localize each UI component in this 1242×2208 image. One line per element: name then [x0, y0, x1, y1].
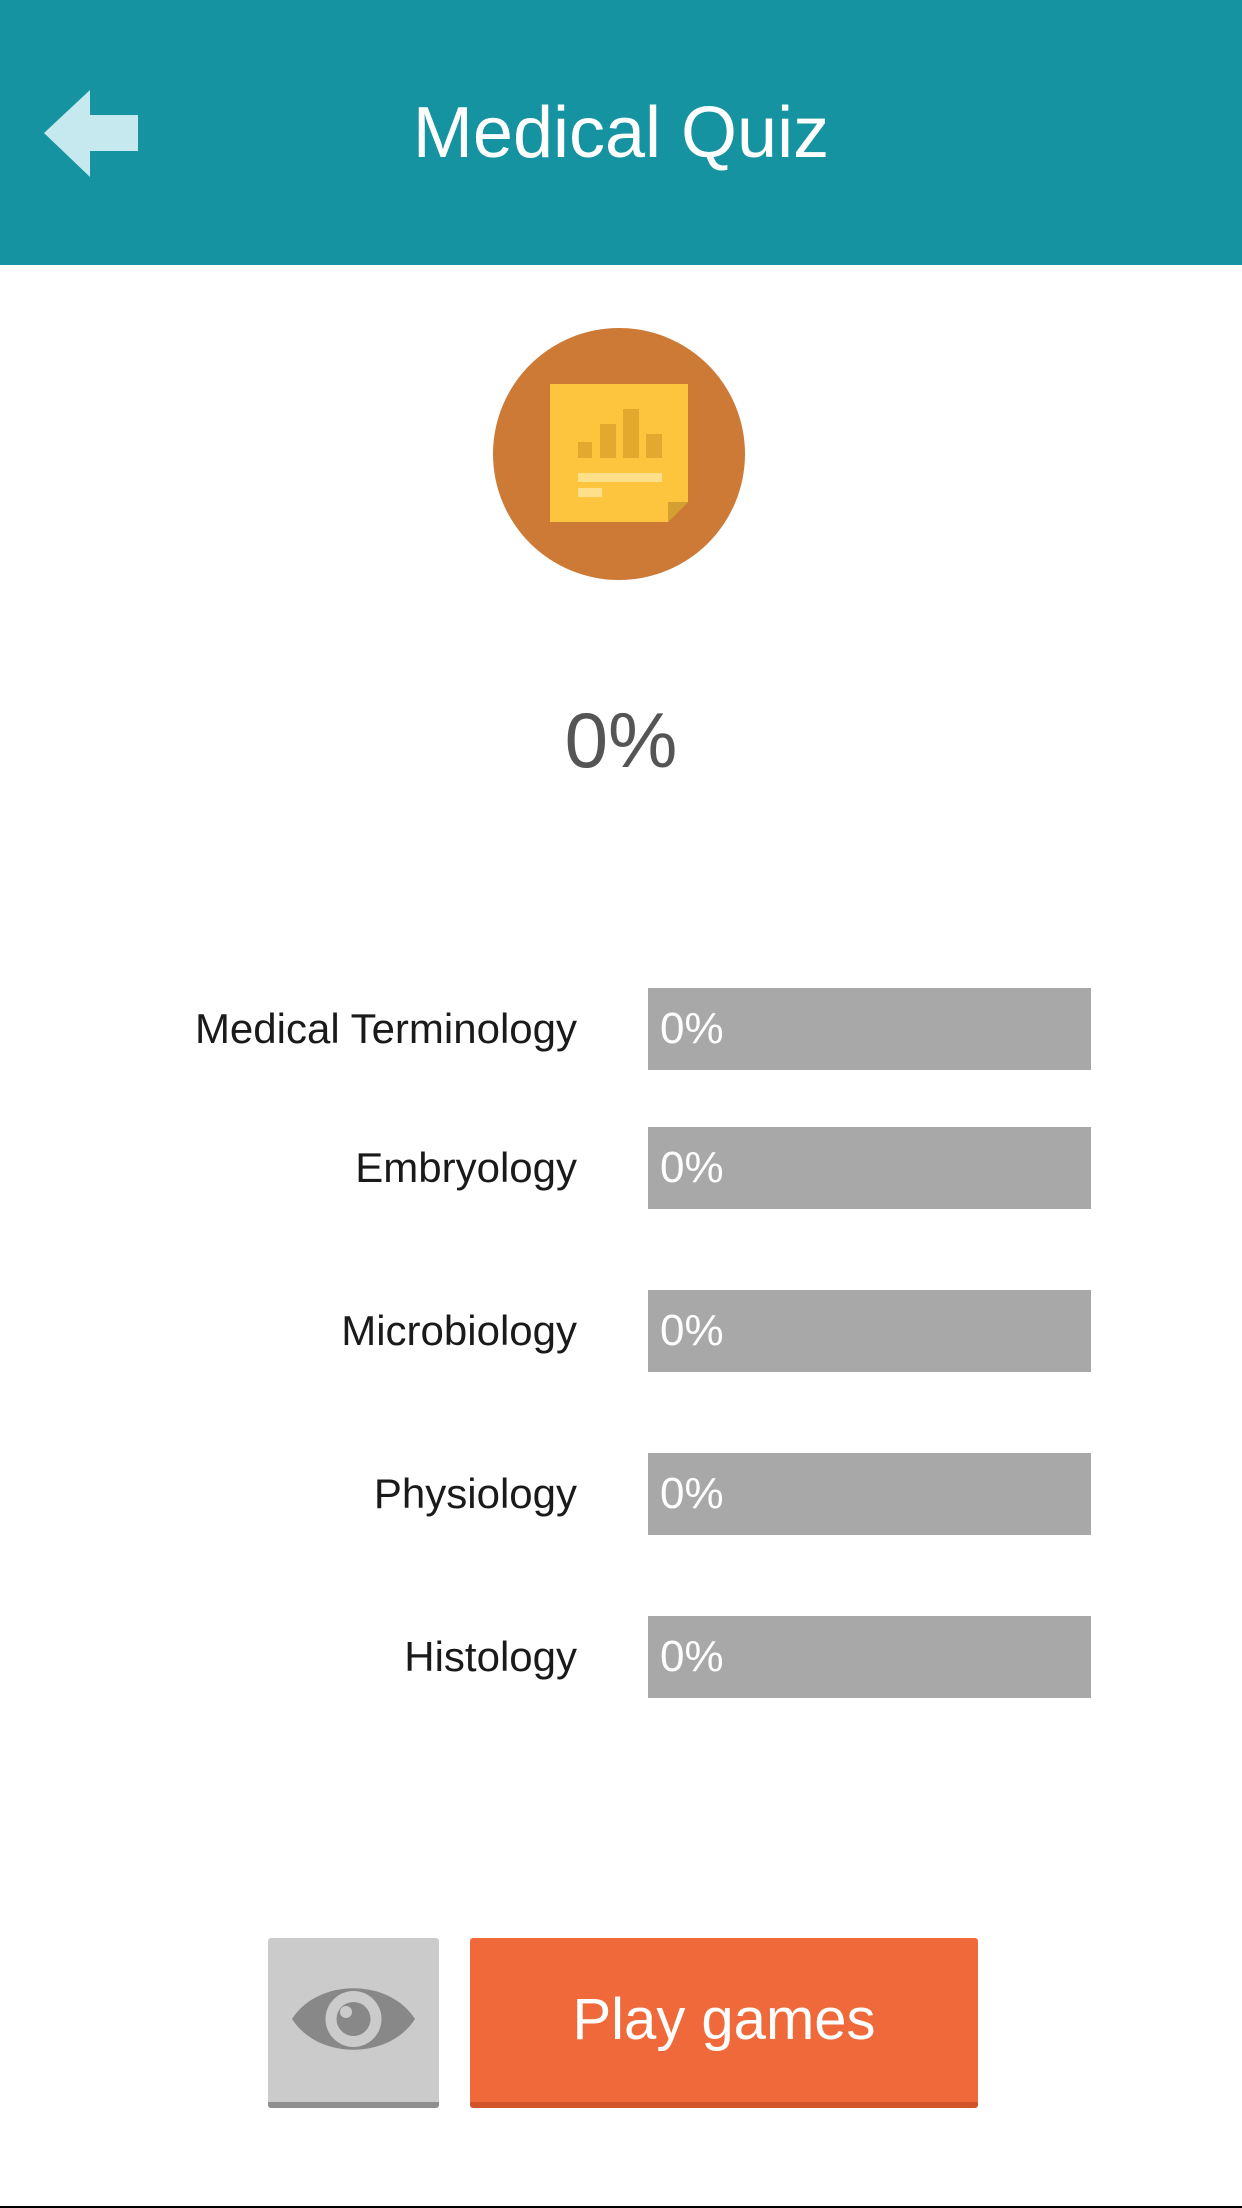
progress-bar: 0%: [648, 1453, 1091, 1535]
category-row: Embryology 0%: [0, 1127, 1242, 1209]
view-button[interactable]: [268, 1938, 439, 2108]
category-label: Histology: [404, 1633, 577, 1680]
category-label: Physiology: [373, 1470, 577, 1517]
category-label: Medical Terminology: [194, 1005, 577, 1052]
progress-bar-label: 0%: [660, 1632, 724, 1681]
progress-bar-label: 0%: [660, 1004, 724, 1053]
app-header: Medical Quiz: [0, 0, 1242, 265]
category-label: Microbiology: [341, 1307, 577, 1354]
page-title: Medical Quiz: [412, 93, 830, 173]
category-row: Medical Terminology 0%: [0, 988, 1242, 1070]
progress-bar: 0%: [648, 988, 1091, 1070]
overall-progress: 0%: [564, 696, 678, 784]
play-games-button[interactable]: Play games: [470, 1938, 978, 2108]
progress-bar-label: 0%: [660, 1306, 724, 1355]
progress-bar: 0%: [648, 1616, 1091, 1698]
progress-bar: 0%: [648, 1127, 1091, 1209]
category-row: Histology 0%: [0, 1616, 1242, 1698]
progress-bar: 0%: [648, 1290, 1091, 1372]
progress-bar-label: 0%: [660, 1143, 724, 1192]
note-chart-icon: [493, 328, 745, 580]
category-label: Embryology: [355, 1144, 577, 1191]
stats-badge: [493, 328, 745, 580]
eye-icon: [292, 1988, 415, 2050]
category-row: Microbiology 0%: [0, 1290, 1242, 1372]
progress-bar-label: 0%: [660, 1469, 724, 1518]
category-row: Physiology 0%: [0, 1453, 1242, 1535]
